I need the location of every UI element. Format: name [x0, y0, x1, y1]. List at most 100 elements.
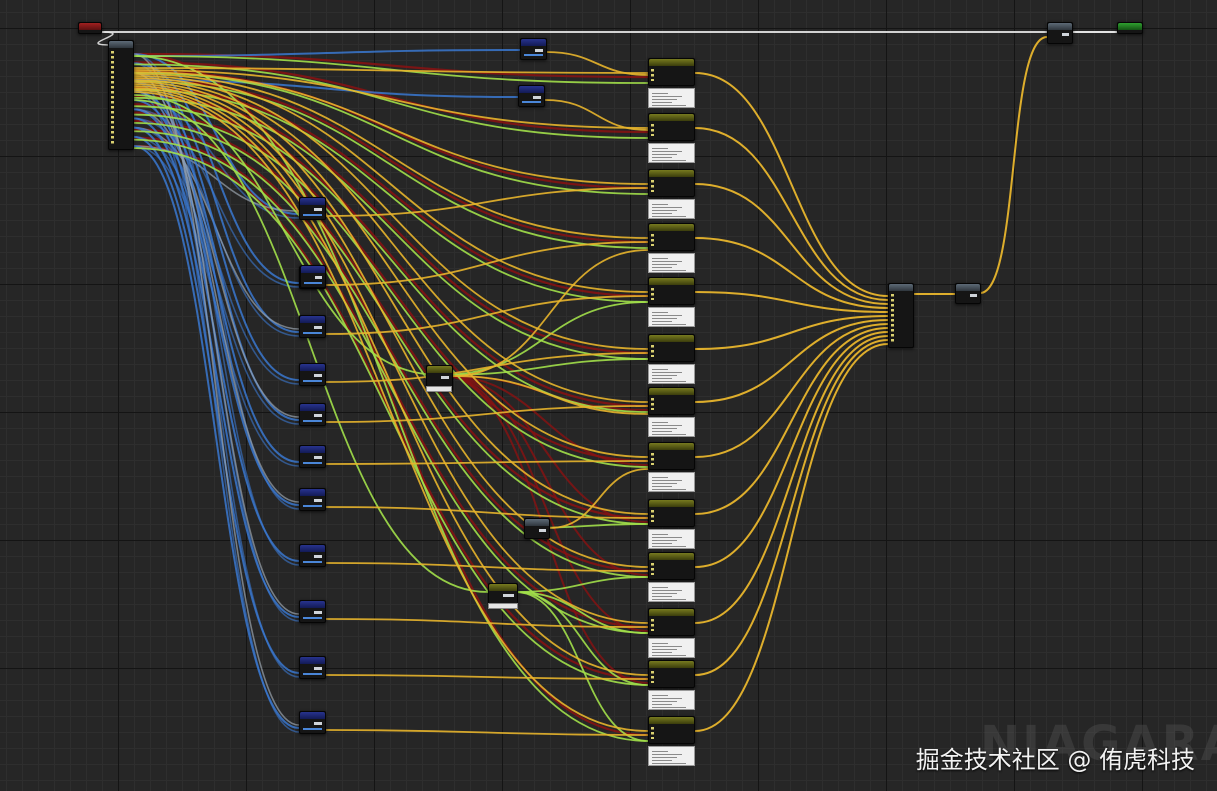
getter-node[interactable] — [299, 403, 326, 426]
function-node[interactable] — [648, 499, 695, 527]
node-header — [649, 661, 694, 668]
output-pin-bar — [303, 505, 322, 507]
yellow-wire — [694, 315, 889, 350]
function-node[interactable] — [648, 660, 695, 688]
getter-node[interactable] — [520, 38, 547, 60]
comment-line — [652, 381, 687, 382]
function-node[interactable] — [648, 113, 695, 141]
input-pins[interactable] — [651, 69, 654, 81]
node-header — [301, 266, 325, 273]
value-field[interactable] — [314, 667, 322, 670]
comment-line — [652, 701, 677, 702]
input-pins[interactable] — [651, 510, 654, 522]
node-header — [1048, 23, 1072, 30]
comment-line — [652, 312, 668, 313]
value-field[interactable] — [314, 456, 322, 459]
value-field[interactable] — [315, 276, 322, 279]
input-pins[interactable] — [651, 180, 654, 192]
comment-line — [652, 258, 668, 259]
getter-node[interactable] — [299, 488, 326, 511]
value-field[interactable] — [535, 49, 543, 52]
comment-line — [652, 489, 687, 490]
getter-node[interactable] — [299, 656, 326, 679]
input-pins[interactable] — [651, 398, 654, 410]
function-comment — [648, 307, 695, 327]
getter-node[interactable] — [300, 265, 326, 288]
input-pins[interactable] — [651, 727, 654, 739]
value-field[interactable] — [533, 96, 541, 99]
function-node[interactable] — [648, 716, 695, 744]
green-wire — [439, 301, 649, 376]
green-wire — [514, 576, 649, 593]
function-node[interactable] — [648, 169, 695, 197]
value-field[interactable] — [314, 414, 322, 417]
getter-node[interactable] — [299, 711, 326, 734]
function-node[interactable] — [648, 334, 695, 362]
hub-node[interactable] — [888, 283, 914, 348]
value-field[interactable] — [314, 326, 322, 329]
blue-wire — [132, 49, 521, 57]
function-node[interactable] — [648, 552, 695, 580]
function-node[interactable] — [648, 608, 695, 636]
input-pins[interactable] — [651, 453, 654, 465]
value-field[interactable] — [314, 208, 322, 211]
getter-node[interactable] — [299, 197, 326, 220]
getter-node[interactable] — [299, 544, 326, 567]
value-field[interactable] — [503, 594, 514, 597]
function-node[interactable] — [648, 223, 695, 251]
input-pins[interactable] — [651, 671, 654, 683]
value-field[interactable] — [539, 529, 546, 532]
input-pins[interactable] — [111, 51, 114, 145]
output-pin-bar — [303, 617, 322, 619]
input-pins[interactable] — [651, 234, 654, 246]
value-field[interactable] — [314, 722, 322, 725]
value-field[interactable] — [970, 294, 977, 297]
getter-node[interactable] — [299, 315, 326, 338]
entry-node[interactable] — [78, 22, 102, 34]
comment-line — [652, 546, 687, 547]
input-pins[interactable] — [651, 563, 654, 575]
function-node[interactable] — [648, 277, 695, 305]
source-parameter-node[interactable] — [108, 40, 134, 150]
getter-node[interactable] — [299, 445, 326, 468]
getter-node[interactable] — [299, 600, 326, 623]
comment-line — [652, 154, 677, 155]
node-header — [300, 712, 325, 719]
input-pins[interactable] — [651, 124, 654, 136]
output-pin-bar — [303, 332, 322, 334]
comment-line — [652, 534, 668, 535]
value-field[interactable] — [314, 555, 322, 558]
node-header — [300, 198, 325, 205]
value-field[interactable] — [314, 374, 322, 377]
input-pins[interactable] — [891, 294, 894, 343]
input-pins[interactable] — [651, 345, 654, 357]
output-node[interactable] — [1117, 22, 1143, 34]
output-value-node[interactable] — [955, 283, 981, 304]
value-field[interactable] — [314, 499, 322, 502]
output-pin-bar — [303, 728, 322, 730]
function-node[interactable] — [648, 58, 695, 86]
return-node[interactable] — [1047, 22, 1073, 44]
function-comment — [648, 582, 695, 602]
node-header — [79, 23, 101, 30]
value-field[interactable] — [1062, 33, 1069, 36]
function-node[interactable] — [648, 442, 695, 470]
comment-line — [652, 754, 683, 755]
input-pins[interactable] — [651, 619, 654, 631]
reroute-node[interactable] — [524, 518, 550, 539]
value-field[interactable] — [314, 611, 322, 614]
input-pins[interactable] — [651, 288, 654, 300]
function-node[interactable] — [648, 387, 695, 415]
comment-line — [652, 425, 683, 426]
output-pin-bar — [303, 462, 322, 464]
node-header — [521, 39, 546, 46]
yellow-wire — [325, 674, 649, 680]
getter-node[interactable] — [518, 85, 545, 107]
node-header — [519, 86, 544, 93]
getter-node[interactable] — [299, 363, 326, 386]
value-field[interactable] — [441, 376, 449, 379]
comment-line — [652, 267, 672, 268]
node-header — [649, 500, 694, 507]
graph-canvas[interactable]: NIAGARA 掘金技术社区 @ 侑虎科技 — [0, 0, 1217, 791]
comment-line — [652, 707, 687, 708]
